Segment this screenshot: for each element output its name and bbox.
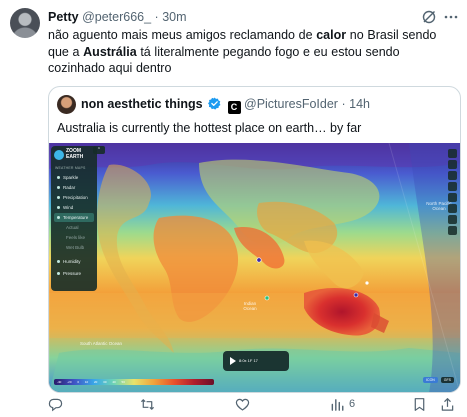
- play-icon[interactable]: [230, 357, 236, 365]
- quoted-author-avatar[interactable]: [57, 95, 76, 114]
- temperature-map-image[interactable]: North Pacific Ocean Indian Ocean South A…: [49, 143, 460, 392]
- location-marker[interactable]: [264, 295, 270, 301]
- weather-layers-panel: ZOOM EARTH WEATHER MAPS Sparkle Radar Pr…: [51, 146, 97, 291]
- map-tool-button[interactable]: [448, 204, 457, 213]
- quoted-separator: ·: [341, 97, 346, 111]
- layer-wind[interactable]: Wind: [54, 203, 94, 212]
- quoted-handle[interactable]: @PicturesFoIder: [244, 97, 338, 111]
- layer-precipitation[interactable]: Precipitation: [54, 193, 94, 202]
- tweet-text-bold: calor: [316, 28, 347, 42]
- quoted-timestamp[interactable]: 14h: [349, 97, 370, 111]
- views-chart-icon: [331, 398, 344, 411]
- location-marker[interactable]: [256, 257, 262, 263]
- reply-button[interactable]: [48, 396, 67, 412]
- like-button[interactable]: [235, 396, 254, 412]
- share-button[interactable]: [440, 396, 455, 412]
- location-marker[interactable]: [365, 281, 369, 285]
- map-tools: [448, 149, 457, 237]
- layer-radar[interactable]: Radar: [54, 183, 94, 192]
- author-avatar[interactable]: [10, 8, 40, 38]
- quoted-display-name[interactable]: non aesthetic things: [81, 97, 203, 111]
- views-count: 6: [349, 398, 356, 410]
- zoom-earth-brand: ZOOM EARTH: [66, 148, 84, 160]
- tweet-text-part: não aguento mais meus amigos reclamando …: [48, 28, 317, 42]
- reply-icon: [48, 398, 63, 411]
- map-tool-button[interactable]: [448, 193, 457, 202]
- quoted-tweet[interactable]: non aesthetic things C @PicturesFoIder ·…: [48, 86, 461, 393]
- temperature-legend-ticks: -40 -20 0 10 20 30 40 50: [57, 380, 125, 384]
- grok-icon[interactable]: [421, 9, 437, 25]
- bookmark-button[interactable]: [412, 396, 427, 412]
- bookmark-icon: [414, 397, 425, 411]
- layer-temperature[interactable]: Temperature: [54, 213, 94, 222]
- model-badge-icon[interactable]: ICON: [423, 377, 438, 383]
- map-tool-button[interactable]: [448, 171, 457, 180]
- layer-pressure[interactable]: Pressure: [54, 269, 94, 278]
- author-handle[interactable]: @peter666_: [82, 10, 151, 24]
- views-button[interactable]: 6: [330, 396, 355, 412]
- map-tool-button[interactable]: [448, 226, 457, 235]
- zoom-earth-logo-icon: [54, 150, 64, 160]
- layer-temp-wet-bulb[interactable]: Wet Bulb: [54, 243, 94, 252]
- map-tool-button[interactable]: [448, 182, 457, 191]
- retweet-button[interactable]: [140, 396, 159, 412]
- panel-toggle-button[interactable]: ⌃: [93, 146, 105, 154]
- timeline-playback[interactable]: 8:0x 1F 17: [223, 351, 289, 371]
- map-label-indian-ocean: Indian Ocean: [243, 301, 257, 311]
- quoted-tweet-header: non aesthetic things C @PicturesFoIder ·…: [81, 96, 370, 114]
- heart-icon: [235, 398, 250, 411]
- quoted-tweet-text: Australia is currently the hottest place…: [57, 121, 362, 135]
- weather-maps-heading: WEATHER MAPS: [55, 166, 86, 170]
- layer-humidity[interactable]: Humidity: [54, 257, 94, 266]
- more-options-icon[interactable]: [444, 12, 458, 22]
- location-marker[interactable]: [353, 292, 359, 298]
- share-icon: [441, 397, 454, 411]
- tweet-actions: 6: [48, 396, 461, 412]
- layer-temp-actual[interactable]: Actual: [54, 223, 94, 232]
- author-display-name[interactable]: Petty: [48, 10, 79, 24]
- tweet-text: não aguento mais meus amigos reclamando …: [48, 27, 460, 77]
- affiliate-badge-icon: C: [227, 101, 241, 114]
- header-separator: ·: [154, 10, 159, 24]
- layer-sparkle[interactable]: Sparkle: [54, 173, 94, 182]
- verified-badge-icon: [208, 97, 221, 110]
- playback-times: 8:0x 1F 17: [239, 358, 258, 363]
- layer-temp-feels-like[interactable]: Feels like: [54, 233, 94, 242]
- tweet-header: Petty @peter666_ · 30m: [48, 9, 457, 25]
- retweet-icon: [140, 398, 155, 410]
- map-tool-button[interactable]: [448, 160, 457, 169]
- map-label-south-atlantic: South Atlantic Ocean: [79, 341, 123, 346]
- model-badges: ICON GFS: [421, 377, 454, 383]
- tweet-timestamp[interactable]: 30m: [162, 10, 186, 24]
- map-tool-button[interactable]: [448, 215, 457, 224]
- tweet-text-bold: Austrália: [83, 44, 137, 59]
- model-badge-gfs[interactable]: GFS: [440, 377, 454, 383]
- map-tool-button[interactable]: [448, 149, 457, 158]
